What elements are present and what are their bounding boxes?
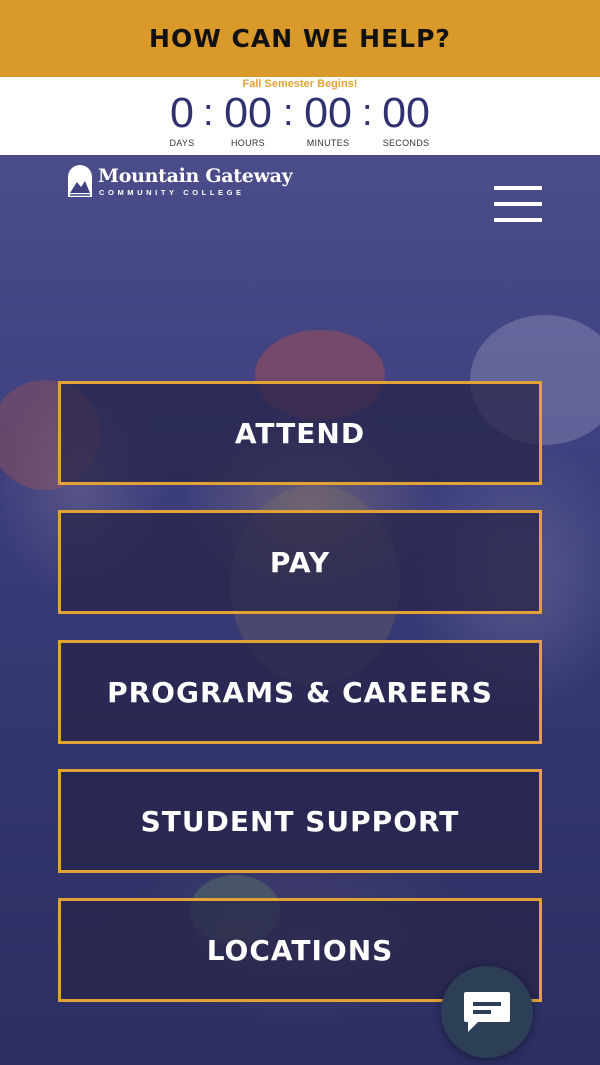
chat-button[interactable] [441, 966, 533, 1058]
logo-subtitle: COMMUNITY COLLEGE [99, 188, 245, 197]
attend-button-label: ATTEND [234, 416, 366, 450]
programs-careers-button[interactable]: PROGRAMS & CAREERS [58, 640, 542, 744]
countdown-minutes-label: MINUTES [306, 138, 350, 148]
pay-button[interactable]: PAY [58, 510, 542, 614]
countdown-hours-label: HOURS [230, 138, 265, 148]
college-logo[interactable]: Mountain Gateway COMMUNITY COLLEGE [66, 163, 306, 203]
logo-name: Mountain Gateway [98, 165, 293, 187]
pay-button-label: PAY [269, 545, 331, 579]
help-banner-button[interactable]: HOW CAN WE HELP? [0, 0, 600, 77]
mountain-logo-icon [68, 165, 92, 197]
countdown-hours: 00 HOURS [203, 89, 293, 149]
countdown-seconds: 00 SECONDS [361, 89, 451, 149]
countdown-hours-value: 00 [224, 89, 272, 137]
menu-button[interactable] [494, 186, 542, 222]
student-support-button-label: STUDENT SUPPORT [140, 804, 460, 838]
student-support-button[interactable]: STUDENT SUPPORT [58, 769, 542, 873]
locations-button-label: LOCATIONS [206, 933, 394, 967]
countdown-timer: Fall Semester Begins! 0 DAYS : 00 HOURS … [0, 77, 600, 155]
countdown-minutes: 00 MINUTES [283, 89, 373, 149]
hamburger-icon [494, 186, 542, 222]
countdown-seconds-label: SECONDS [382, 138, 430, 148]
attend-button[interactable]: ATTEND [58, 381, 542, 485]
countdown-seconds-value: 00 [382, 89, 430, 137]
chat-bubble-icon [464, 992, 510, 1032]
programs-careers-button-label: PROGRAMS & CAREERS [107, 675, 493, 709]
countdown-minutes-value: 00 [304, 89, 352, 137]
help-banner-label: HOW CAN WE HELP? [149, 24, 451, 53]
